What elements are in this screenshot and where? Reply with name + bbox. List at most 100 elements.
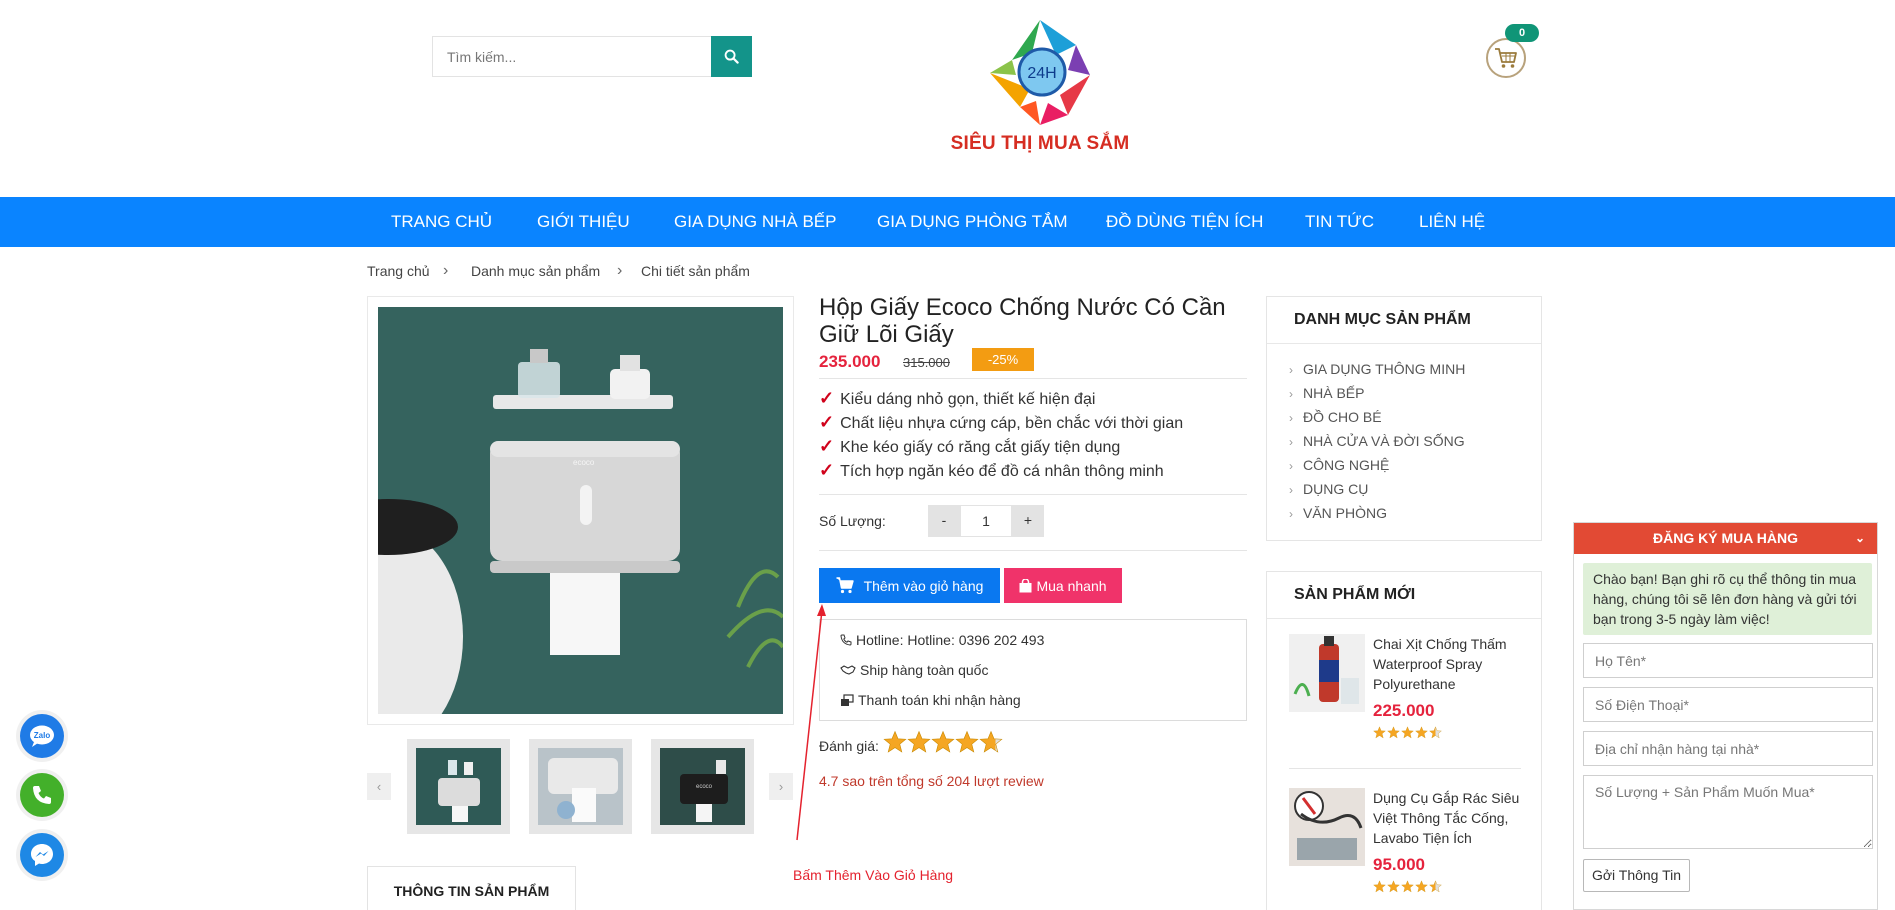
star-icon: [1401, 880, 1414, 893]
nav-item-news[interactable]: TIN TỨC: [1305, 197, 1374, 247]
gallery-prev-button[interactable]: ‹: [367, 773, 391, 800]
gallery-thumbnail-2[interactable]: [529, 739, 632, 834]
check-icon: ✓: [819, 412, 835, 432]
star-icon: [979, 730, 1003, 753]
category-item[interactable]: › NHÀ BẾP: [1289, 385, 1364, 401]
messenger-button[interactable]: [20, 833, 64, 877]
quantity-input[interactable]: [960, 505, 1012, 537]
shopping-bag-icon: [1019, 578, 1032, 592]
new-product-image: [1289, 634, 1365, 712]
new-products-panel: SẢN PHẨM MỚI Chai Xịt Chống Thấm Waterpr…: [1266, 571, 1542, 910]
category-item[interactable]: › NHÀ CỬA VÀ ĐỜI SỐNG: [1289, 433, 1465, 449]
check-icon: ✓: [819, 388, 835, 408]
product-photo: ecoco: [378, 307, 783, 714]
feature-item: ✓ Khe kéo giấy có răng cắt giấy tiện dụng: [819, 436, 1120, 457]
phone-field[interactable]: [1583, 687, 1873, 722]
nav-item-home[interactable]: TRANG CHỦ: [391, 197, 492, 247]
product-main-image[interactable]: ecoco: [367, 296, 794, 725]
feature-text: Tích hợp ngăn kéo để đồ cá nhân thông mi…: [840, 463, 1164, 480]
thumbnail-image: [538, 748, 623, 825]
category-panel: DANH MỤC SẢN PHẨM › GIA DỤNG THÔNG MINH ›…: [1266, 296, 1542, 541]
breadcrumb-current: Chi tiết sản phẩm: [641, 263, 750, 279]
category-label: DỤNG CỤ: [1303, 481, 1369, 497]
submit-button[interactable]: Gởi Thông Tin: [1583, 859, 1690, 892]
address-field[interactable]: [1583, 731, 1873, 766]
new-product-name: Chai Xịt Chống Thấm Waterproof Spray Pol…: [1373, 636, 1507, 692]
star-icon: [1415, 880, 1428, 893]
gallery-thumbnail-1[interactable]: [407, 739, 510, 834]
breadcrumb-category[interactable]: Danh mục sản phẩm: [471, 263, 600, 279]
chevron-right-icon: ›: [1289, 363, 1293, 377]
check-icon: ✓: [819, 436, 835, 456]
new-product-price: 225.000: [1373, 701, 1435, 720]
product-title: Hộp Giấy Ecoco Chống Nước Có Cần Giữ Lõi…: [819, 294, 1226, 348]
divider: [819, 378, 1247, 379]
gallery-thumbnail-3[interactable]: ecoco: [651, 739, 754, 834]
star-icon: [1429, 880, 1442, 893]
quantity-increase-button[interactable]: +: [1012, 505, 1044, 537]
chevron-right-icon: ›: [1289, 507, 1293, 521]
site-logo[interactable]: 24H SIÊU THỊ MUA SẮM: [950, 15, 1130, 160]
phone-icon: [840, 634, 852, 646]
shipping-text: Ship hàng toàn quốc: [860, 662, 989, 678]
new-product-item[interactable]: Chai Xịt Chống Thấm Waterproof Spray Pol…: [1289, 634, 1521, 754]
category-item[interactable]: › VĂN PHÒNG: [1289, 505, 1387, 521]
payment-icon: [841, 693, 854, 706]
discount-badge: -25%: [972, 348, 1034, 371]
search-input[interactable]: [433, 37, 711, 76]
category-panel-title: DANH MỤC SẢN PHẨM: [1267, 297, 1541, 344]
category-item[interactable]: › GIA DỤNG THÔNG MINH: [1289, 361, 1465, 377]
feature-item: ✓ Tích hợp ngăn kéo để đồ cá nhân thông m…: [819, 460, 1164, 481]
category-item[interactable]: › DỤNG CỤ: [1289, 481, 1368, 497]
category-item[interactable]: › CÔNG NGHỆ: [1289, 457, 1389, 473]
category-label: ĐỒ CHO BÉ: [1303, 409, 1382, 425]
zalo-button[interactable]: Zalo: [20, 714, 64, 758]
star-icon: [883, 730, 907, 753]
quantity-stepper: - +: [928, 505, 1044, 537]
cart-icon: [836, 577, 854, 594]
product-brand-text: ecoco: [573, 458, 595, 467]
search-icon: [724, 49, 739, 64]
chevron-right-icon: ›: [1289, 411, 1293, 425]
nav-item-kitchen[interactable]: GIA DỤNG NHÀ BẾP: [674, 197, 836, 247]
buy-now-label: Mua nhanh: [1036, 577, 1107, 594]
new-product-stars: [1373, 880, 1442, 893]
category-item[interactable]: › ĐỒ CHO BÉ: [1289, 409, 1382, 425]
star-icon: [955, 730, 979, 753]
name-field[interactable]: [1583, 643, 1873, 678]
star-icon: [1401, 726, 1414, 739]
search-button[interactable]: [711, 36, 752, 77]
nav-item-bathroom[interactable]: GIA DỤNG PHÒNG TẮM: [877, 197, 1068, 247]
feature-text: Chất liệu nhựa cứng cáp, bền chắc với th…: [840, 415, 1184, 432]
product-old-price: 315.000: [903, 355, 950, 370]
breadcrumb-home[interactable]: Trang chủ: [367, 263, 430, 279]
category-label: NHÀ BẾP: [1303, 385, 1365, 401]
hotline-text[interactable]: Hotline: Hotline: 0396 202 493: [856, 632, 1044, 648]
breadcrumb-separator: ›: [443, 262, 449, 279]
phone-call-button[interactable]: [20, 773, 64, 817]
payment-row: Thanh toán khi nhận hàng: [840, 692, 1021, 708]
register-header[interactable]: ĐĂNG KÝ MUA HÀNG ⌄: [1574, 523, 1877, 554]
order-note-field[interactable]: [1583, 775, 1873, 849]
cart-count-badge: 0: [1505, 24, 1539, 42]
check-icon: ✓: [819, 460, 835, 480]
quantity-decrease-button[interactable]: -: [928, 505, 960, 537]
zalo-text: Zalo: [34, 731, 51, 740]
nav-item-about[interactable]: GIỚI THIỆU: [537, 197, 630, 247]
register-message: Chào bạn! Bạn ghi rõ cụ thể thông tin mu…: [1583, 563, 1872, 635]
thumbnail-image: [416, 748, 501, 825]
handshake-icon: [840, 665, 856, 675]
new-products-title: SẢN PHẨM MỚI: [1267, 572, 1541, 619]
star-icon: [1373, 726, 1386, 739]
logo-badge: 24H: [1027, 65, 1056, 82]
add-to-cart-button[interactable]: Thêm vào giỏ hàng: [819, 568, 1000, 603]
cart-button[interactable]: [1486, 38, 1526, 78]
nav-item-utilities[interactable]: ĐỒ DÙNG TIỆN ÍCH: [1106, 197, 1263, 247]
nav-item-contact[interactable]: LIÊN HỆ: [1419, 197, 1485, 247]
category-label: GIA DỤNG THÔNG MINH: [1303, 361, 1466, 377]
tab-product-info[interactable]: THÔNG TIN SẢN PHẨM: [367, 866, 576, 910]
new-product-name: Dụng Cụ Gắp Rác Siêu Việt Thông Tắc Cống…: [1373, 790, 1520, 846]
buy-now-button[interactable]: Mua nhanh: [1004, 568, 1122, 603]
new-product-item[interactable]: Dụng Cụ Gắp Rác Siêu Việt Thông Tắc Cống…: [1289, 788, 1521, 908]
annotation-label: Bấm Thêm Vào Giỏ Hàng: [793, 867, 954, 883]
